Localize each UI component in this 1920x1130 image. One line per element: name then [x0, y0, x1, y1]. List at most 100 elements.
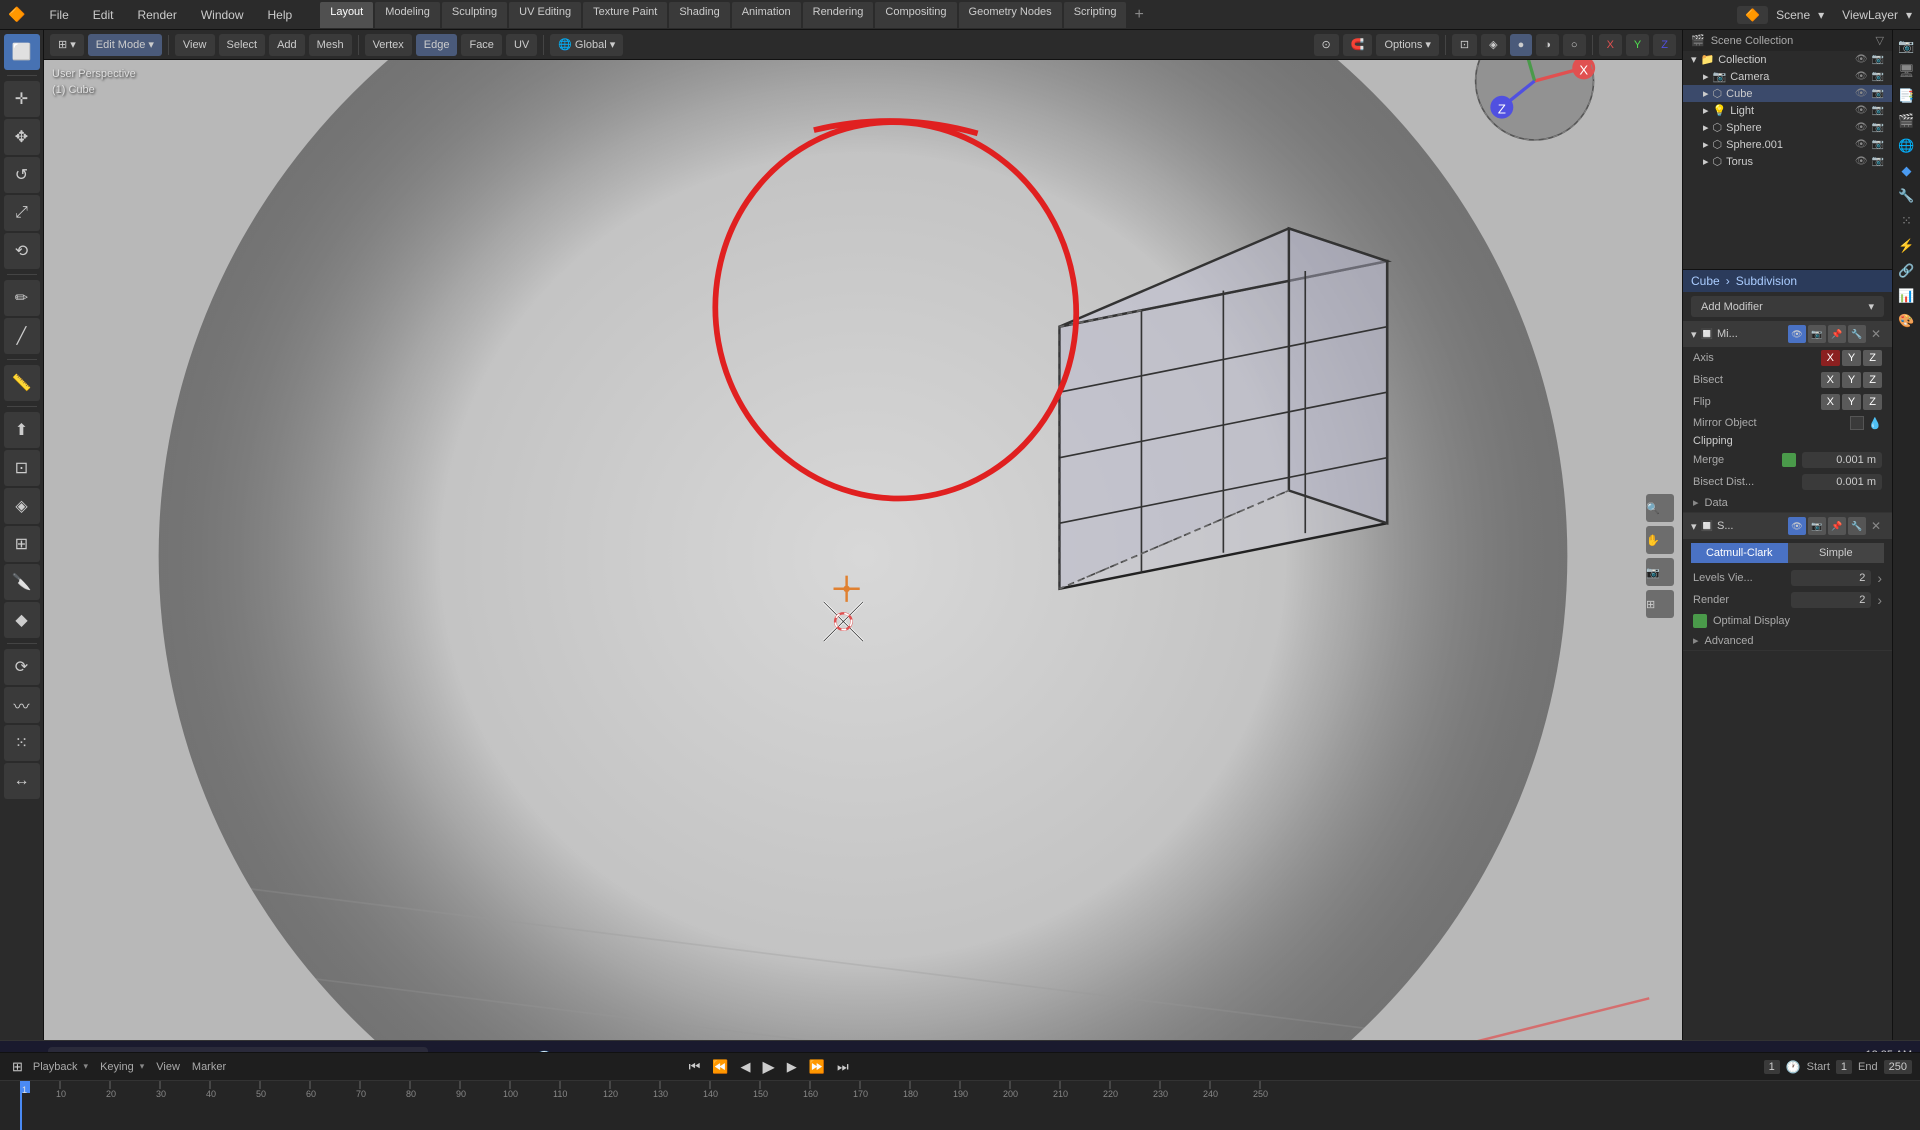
scene-item-sphere[interactable]: ▸ ⬡ Sphere 👁 📷 — [1683, 119, 1892, 136]
cube-eye-icon[interactable]: 👁 — [1855, 88, 1868, 99]
z-axis-btn[interactable]: Z — [1653, 34, 1676, 56]
data-prop-btn[interactable]: 📊 — [1895, 284, 1919, 308]
viewlayer-name[interactable]: ViewLayer — [1842, 8, 1898, 22]
output-prop-btn[interactable]: 🖥 — [1895, 59, 1919, 83]
render-icon[interactable]: 📷 — [1872, 54, 1884, 65]
ws-tab-uvediting[interactable]: UV Editing — [509, 2, 581, 28]
scene-name[interactable]: Scene — [1776, 8, 1810, 22]
keying-label[interactable]: Keying — [100, 1061, 134, 1073]
mirror-remove-btn[interactable]: ✕ — [1868, 326, 1884, 342]
cursor-tool[interactable]: ✛ — [4, 81, 40, 117]
filter-icon[interactable]: ▽ — [1876, 34, 1884, 47]
subdiv-edit-btn[interactable]: 🔧 — [1848, 517, 1866, 535]
axis-x-btn[interactable]: X — [1821, 350, 1840, 366]
ws-tab-modeling[interactable]: Modeling — [375, 2, 440, 28]
next-frame-btn[interactable]: ▶ — [783, 1057, 801, 1077]
inset-tool[interactable]: ⊡ — [4, 450, 40, 486]
marker-label[interactable]: Marker — [192, 1061, 226, 1073]
physics-prop-btn[interactable]: ⚡ — [1895, 234, 1919, 258]
subdiv-render-btn[interactable]: 📷 — [1808, 517, 1826, 535]
jump-start-btn[interactable]: ⏮ — [685, 1057, 705, 1077]
mirror-pin-btn[interactable]: 📌 — [1828, 325, 1846, 343]
engine-selector[interactable]: 🔶 — [1737, 6, 1768, 24]
bisect-y-btn[interactable]: Y — [1842, 372, 1861, 388]
add-modifier-btn[interactable]: Add Modifier ▾ — [1691, 296, 1884, 317]
options-btn[interactable]: Options ▾ — [1376, 34, 1438, 56]
play-btn[interactable]: ▶ — [758, 1055, 778, 1079]
polypen-tool[interactable]: ◆ — [4, 602, 40, 638]
render-level-value[interactable]: 2 — [1791, 592, 1871, 608]
mirror-edit-btn[interactable]: 🔧 — [1848, 325, 1866, 343]
subdiv-pin-btn[interactable]: 📌 — [1828, 517, 1846, 535]
move-tool[interactable]: ✥ — [4, 119, 40, 155]
sphere-render-icon[interactable]: 📷 — [1872, 122, 1884, 133]
start-value[interactable]: 1 — [1836, 1060, 1852, 1074]
modifier-prop-btn[interactable]: 🔧 — [1895, 184, 1919, 208]
timeline-editor-type[interactable]: ⊞ — [8, 1057, 27, 1077]
axis-z-btn[interactable]: Z — [1863, 350, 1882, 366]
overlay-btn[interactable]: ⊡ — [1452, 34, 1477, 56]
solid-shading-btn[interactable]: ● — [1510, 34, 1533, 56]
scene-item-torus[interactable]: ▸ ⬡ Torus 👁 📷 — [1683, 153, 1892, 170]
view-label[interactable]: View — [156, 1061, 180, 1073]
viewport-3d[interactable]: X Y Z User Perspective (1) Cube 🔍 ✋ 📷 — [44, 60, 1682, 1052]
catmull-clark-tab[interactable]: Catmull-Clark — [1691, 543, 1788, 563]
annotate-line-tool[interactable]: ╱ — [4, 318, 40, 354]
torus-render-icon[interactable]: 📷 — [1872, 156, 1884, 167]
scene-dropdown[interactable]: ▾ — [1818, 8, 1824, 22]
scene-item-camera[interactable]: ▸ 📷 Camera 👁 📷 — [1683, 68, 1892, 85]
world-prop-btn[interactable]: 🌐 — [1895, 134, 1919, 158]
ws-tab-shading[interactable]: Shading — [669, 2, 729, 28]
add-menu-btn[interactable]: Add — [269, 34, 305, 56]
playback-label[interactable]: Playback — [33, 1061, 78, 1073]
camera-btn[interactable]: 📷 — [1646, 558, 1674, 586]
ws-tab-rendering[interactable]: Rendering — [803, 2, 874, 28]
ws-tab-layout[interactable]: Layout — [320, 2, 373, 28]
levels-view-value[interactable]: 2 — [1791, 570, 1871, 586]
view-layer-prop-btn[interactable]: 📑 — [1895, 84, 1919, 108]
viewlayer-dropdown[interactable]: ▾ — [1906, 8, 1912, 22]
measure-tool[interactable]: 📏 — [4, 365, 40, 401]
data-collapse-icon[interactable]: ▸ — [1693, 496, 1699, 509]
menu-window[interactable]: Window — [195, 4, 250, 26]
mesh-menu-btn[interactable]: Mesh — [309, 34, 352, 56]
ws-tab-geonodes[interactable]: Geometry Nodes — [959, 2, 1062, 28]
zoom-btn[interactable]: 🔍 — [1646, 494, 1674, 522]
extrude-tool[interactable]: ⬆ — [4, 412, 40, 448]
ws-tab-scripting[interactable]: Scripting — [1064, 2, 1127, 28]
face-mode-btn[interactable]: Face — [461, 34, 501, 56]
light-render-icon[interactable]: 📷 — [1872, 105, 1884, 116]
editor-type-btn[interactable]: ⊞ ▾ — [50, 34, 84, 56]
camera-render-icon[interactable]: 📷 — [1872, 71, 1884, 82]
mirror-render-btn[interactable]: 📷 — [1808, 325, 1826, 343]
material-shading-btn[interactable]: ◑ — [1536, 34, 1559, 56]
flip-y-btn[interactable]: Y — [1842, 394, 1861, 410]
scene-item-collection[interactable]: ▾ 📁 Collection 👁 📷 — [1683, 51, 1892, 68]
pan-btn[interactable]: ✋ — [1646, 526, 1674, 554]
view-menu-btn[interactable]: View — [175, 34, 215, 56]
jump-end-btn[interactable]: ⏭ — [833, 1057, 853, 1077]
light-eye-icon[interactable]: 👁 — [1855, 105, 1868, 116]
render-prop-btn[interactable]: 📷 — [1895, 34, 1919, 58]
keying-dropdown[interactable]: ▾ — [140, 1061, 145, 1072]
snap-btn[interactable]: 🧲 — [1343, 34, 1373, 56]
scale-tool[interactable]: ⤢ — [4, 195, 40, 231]
next-keyframe-btn[interactable]: ⏩ — [805, 1057, 829, 1077]
sphere-eye-icon[interactable]: 👁 — [1855, 122, 1868, 133]
ws-tab-texturepaint[interactable]: Texture Paint — [583, 2, 667, 28]
menu-render[interactable]: Render — [131, 4, 182, 26]
prev-frame-btn[interactable]: ◀ — [736, 1057, 754, 1077]
axis-y-btn[interactable]: Y — [1842, 350, 1861, 366]
advanced-collapse-icon[interactable]: ▸ — [1693, 634, 1699, 647]
render-shading-btn[interactable]: ○ — [1563, 34, 1586, 56]
scene-item-sphere001[interactable]: ▸ ⬡ Sphere.001 👁 📷 — [1683, 136, 1892, 153]
select-menu-btn[interactable]: Select — [219, 34, 266, 56]
smooth-tool[interactable]: 〰 — [4, 687, 40, 723]
transform-global-btn[interactable]: 🌐 Global ▾ — [550, 34, 623, 56]
ws-tab-compositing[interactable]: Compositing — [875, 2, 956, 28]
edit-mode-btn[interactable]: Edit Mode ▾ — [88, 34, 162, 56]
eye-icon[interactable]: 👁 — [1855, 54, 1868, 65]
x-axis-btn[interactable]: X — [1599, 34, 1622, 56]
end-value[interactable]: 250 — [1884, 1060, 1912, 1074]
ws-tab-sculpting[interactable]: Sculpting — [442, 2, 507, 28]
